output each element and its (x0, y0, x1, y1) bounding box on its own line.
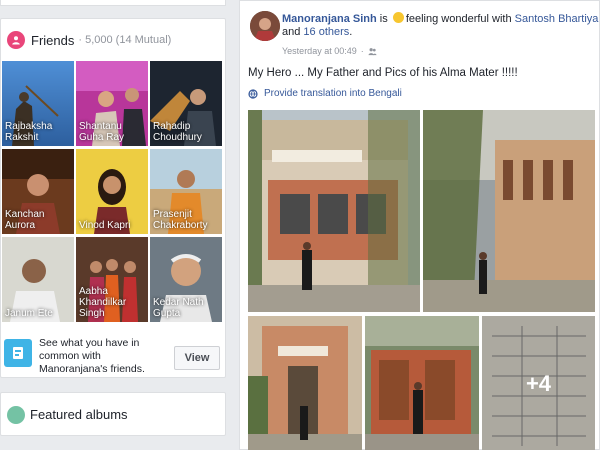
featured-albums-card[interactable]: Featured albums (0, 392, 226, 436)
others-link[interactable]: 16 others (303, 26, 349, 38)
meta-separator: · (360, 46, 364, 56)
post-timestamp[interactable]: Yesterday at 00:49 (282, 46, 357, 56)
friend-name[interactable]: Janum Ete (5, 308, 72, 319)
post-photo-1[interactable] (248, 110, 420, 312)
common-friends-icon (4, 339, 32, 367)
friend-tile[interactable]: Kanchan Aurora (2, 149, 74, 234)
common-friends-row: See what you have in common with Manoran… (1, 329, 225, 379)
view-button[interactable]: View (174, 346, 220, 370)
tagged-friend-link[interactable]: Santosh Bhartiya (515, 13, 599, 25)
friends-header[interactable]: Friends · 5,000 (14 Mutual) (7, 29, 171, 51)
friend-name[interactable]: Prasenjit Chakraborty (153, 209, 220, 231)
common-friends-text: See what you have in common with Manoran… (39, 337, 145, 375)
audience-friends-icon[interactable] (368, 47, 377, 56)
post-photo-5-more[interactable]: +4 (482, 316, 595, 450)
post-header: Manoranjana Sinh is feeling wonderful wi… (282, 12, 600, 39)
friend-tile[interactable]: Rahadip Choudhury (150, 61, 222, 146)
friends-title[interactable]: Friends (31, 33, 74, 48)
post-photo-4[interactable] (365, 316, 479, 450)
globe-icon (248, 88, 258, 99)
is-text: is (376, 13, 391, 25)
friends-count: · 5,000 (14 Mutual) (78, 34, 172, 46)
friend-tile[interactable]: Janum Ete (2, 237, 74, 322)
friend-name[interactable]: Kanchan Aurora (5, 209, 72, 231)
post-card: Manoranjana Sinh is feeling wonderful wi… (239, 0, 600, 450)
translation-row[interactable]: Provide translation into Bengali (248, 88, 402, 99)
and-text: and (282, 26, 304, 38)
friend-name[interactable]: Shantanu Guha Ray (79, 121, 146, 143)
friend-name[interactable]: Kedar Nath Gupta (153, 297, 220, 319)
translation-link[interactable]: Provide translation into Bengali (264, 88, 402, 99)
friends-icon (7, 31, 25, 49)
post-photo-3[interactable] (248, 316, 362, 450)
post-text: My Hero ... My Father and Pics of his Al… (248, 67, 518, 79)
more-photos-count[interactable]: +4 (482, 316, 595, 450)
albums-icon (7, 406, 25, 424)
friend-name[interactable]: Rahadip Choudhury (153, 121, 220, 143)
left-column: Friends · 5,000 (14 Mutual) Rajbaksha Ra… (0, 0, 226, 450)
friend-name[interactable]: Aabha Khandilkar Singh (79, 286, 146, 319)
friend-tile[interactable]: Vinod Kapri (76, 149, 148, 234)
friends-card: Friends · 5,000 (14 Mutual) Rajbaksha Ra… (0, 18, 226, 378)
friend-tile[interactable]: Rajbaksha Rakshit (2, 61, 74, 146)
friend-tile[interactable]: Shantanu Guha Ray (76, 61, 148, 146)
post-meta: Yesterday at 00:49 · (282, 46, 377, 56)
post-photo-2[interactable] (423, 110, 595, 312)
friend-tile[interactable]: Aabha Khandilkar Singh (76, 237, 148, 322)
period-text: . (349, 26, 353, 38)
top-card-stub (0, 0, 226, 6)
feeling-text: feeling wonderful with (405, 13, 515, 25)
friend-name[interactable]: Rajbaksha Rakshit (5, 121, 72, 143)
featured-albums-title[interactable]: Featured albums (30, 407, 128, 422)
author-avatar[interactable] (250, 11, 280, 41)
author-name[interactable]: Manoranjana Sinh (282, 13, 377, 25)
feeling-emoji-icon (392, 12, 404, 23)
friend-name[interactable]: Vinod Kapri (79, 220, 146, 231)
friend-tile[interactable]: Kedar Nath Gupta (150, 237, 222, 322)
friend-tile[interactable]: Prasenjit Chakraborty (150, 149, 222, 234)
